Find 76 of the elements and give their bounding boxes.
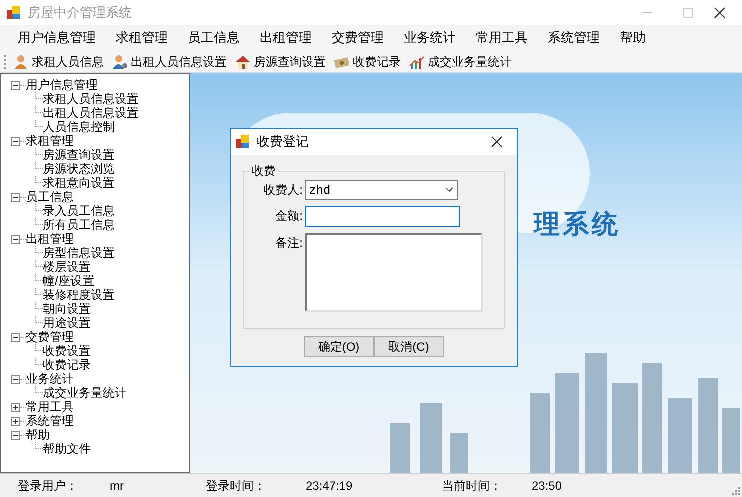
app-icon <box>6 4 22 20</box>
status-label: 登录用户： <box>18 478 79 494</box>
notes-field[interactable] <box>305 233 483 312</box>
menu-item[interactable]: 业务统计 <box>394 28 466 48</box>
close-icon[interactable] <box>714 6 726 18</box>
collapse-icon[interactable] <box>11 374 20 384</box>
tree-leaf[interactable]: 收费记录 <box>43 358 91 372</box>
expand-icon[interactable] <box>11 416 20 426</box>
tree-node[interactable]: 员工信息 <box>26 190 74 204</box>
menu-item[interactable]: 系统管理 <box>538 28 610 48</box>
tree-node[interactable]: 帮助 <box>26 428 50 442</box>
expand-icon[interactable] <box>11 402 20 412</box>
tree-node[interactable]: 用户信息管理 <box>26 78 98 92</box>
status-value: 23:47:19 <box>306 478 354 494</box>
tree-leaf[interactable]: 房源状态浏览 <box>43 162 115 176</box>
tree-node[interactable]: 出租管理 <box>26 232 74 246</box>
tree-leaf[interactable]: 幢/座设置 <box>43 274 94 288</box>
collapse-icon[interactable] <box>11 430 20 440</box>
collapse-icon[interactable] <box>11 192 20 202</box>
status-label: 登录时间： <box>206 478 267 494</box>
tree-leaf[interactable]: 成交业务量统计 <box>43 386 127 400</box>
field-label: 金额: <box>274 208 304 225</box>
tree-leaf[interactable]: 朝向设置 <box>43 302 91 316</box>
status-value: 23:50 <box>532 478 564 494</box>
ok-button[interactable]: 确定(O) <box>304 336 374 357</box>
tree-leaf[interactable]: 出租人员信息设置 <box>43 106 139 120</box>
menu-item[interactable]: 交费管理 <box>322 28 394 48</box>
tree-leaf[interactable]: 录入员工信息 <box>43 204 115 218</box>
tree-leaf[interactable]: 帮助文件 <box>43 442 91 456</box>
collapse-icon[interactable] <box>11 234 20 244</box>
toolbar-button[interactable]: 成交业务量统计 <box>406 52 515 72</box>
tree-node[interactable]: 业务统计 <box>26 372 74 386</box>
dropdown-field[interactable]: zhd <box>305 180 458 200</box>
tree-leaf[interactable]: 装修程度设置 <box>43 288 115 302</box>
menu-item[interactable]: 帮助 <box>610 28 656 48</box>
tree-leaf[interactable]: 用途设置 <box>43 316 91 330</box>
tree-leaf[interactable]: 求租意向设置 <box>43 176 115 190</box>
amount-field[interactable] <box>305 206 460 227</box>
tree-node[interactable]: 系统管理 <box>26 414 74 428</box>
menu-item[interactable]: 员工信息 <box>178 28 250 48</box>
status-label: 当前时间： <box>442 478 503 494</box>
window-title: 房屋中介管理系统 <box>28 4 132 22</box>
dialog-title: 收费登记 <box>257 133 309 152</box>
resize-grip-icon[interactable] <box>730 485 740 495</box>
status-value: mr <box>110 478 125 494</box>
tree-leaf[interactable]: 所有员工信息 <box>43 218 115 232</box>
collapse-icon[interactable] <box>11 136 20 146</box>
close-icon[interactable] <box>491 136 503 148</box>
field-label: 备注: <box>274 235 304 252</box>
tree-leaf[interactable]: 房源查询设置 <box>43 148 115 162</box>
menu-item[interactable]: 求租管理 <box>106 28 178 48</box>
app-icon <box>235 134 251 150</box>
collapse-icon[interactable] <box>11 332 20 342</box>
tree-leaf[interactable]: 求租人员信息设置 <box>43 92 139 106</box>
tree-leaf[interactable]: 房型信息设置 <box>43 246 115 260</box>
menu-item[interactable]: 出租管理 <box>250 28 322 48</box>
tree-leaf[interactable]: 楼层设置 <box>43 260 91 274</box>
tree-node[interactable]: 常用工具 <box>26 400 74 414</box>
tree-node[interactable]: 交费管理 <box>26 330 74 344</box>
toolbar-button[interactable]: 房源查询设置 <box>232 52 329 72</box>
chevron-down-icon <box>445 187 454 193</box>
toolbar-button[interactable]: 出租人员信息设置 <box>109 52 230 72</box>
banner-caption: 理系统 <box>534 208 621 241</box>
person-icon <box>13 54 29 70</box>
house-icon <box>235 54 251 70</box>
cancel-button[interactable]: 取消(C) <box>374 336 444 357</box>
field-label: 收费人: <box>262 182 304 199</box>
menu-item[interactable]: 用户信息管理 <box>8 28 106 48</box>
menu-item[interactable]: 常用工具 <box>466 28 538 48</box>
tree-leaf[interactable]: 人员信息控制 <box>43 120 115 134</box>
toolbar-button[interactable]: 收费记录 <box>331 52 404 72</box>
toolbar-button[interactable]: 求租人员信息 <box>10 52 107 72</box>
group-title: 收费 <box>250 162 278 180</box>
tree-leaf[interactable]: 收费设置 <box>43 344 91 358</box>
collapse-icon[interactable] <box>11 80 20 90</box>
tree-node[interactable]: 求租管理 <box>26 134 74 148</box>
